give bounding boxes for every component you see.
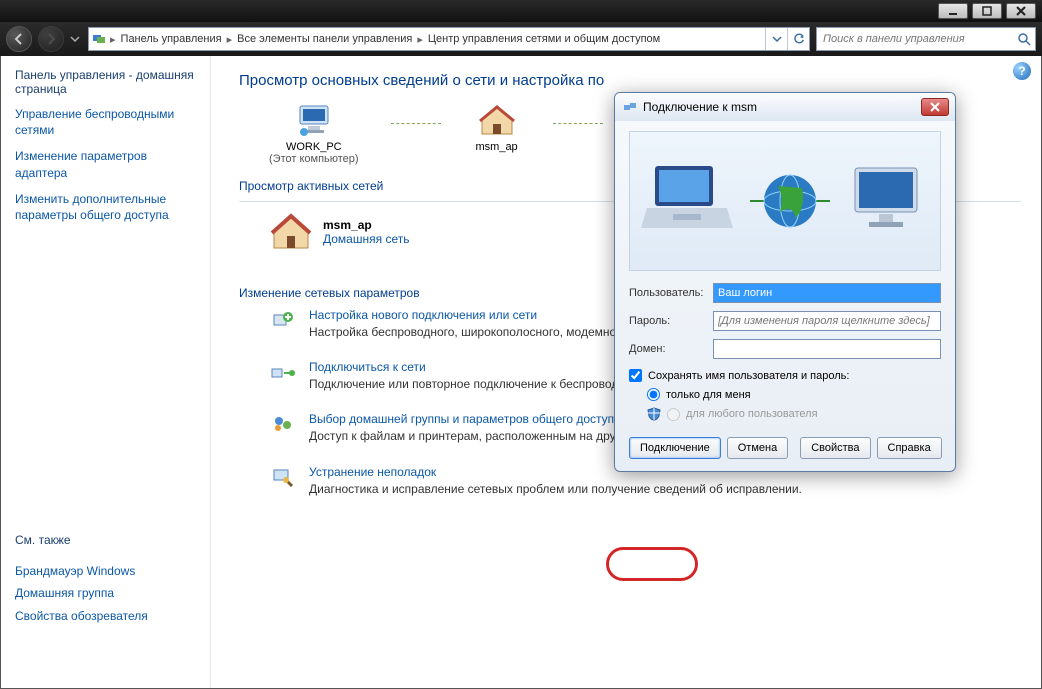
sidebar-link-homegroup[interactable]: Домашняя группа [15, 585, 196, 601]
connection-line [553, 123, 603, 124]
cancel-button[interactable]: Отмена [727, 437, 788, 459]
radio-any-user[interactable] [667, 408, 680, 421]
connection-icon [621, 100, 639, 114]
settings-item-desc: Диагностика и исправление сетевых пробле… [309, 481, 802, 497]
row-save-creds[interactable]: Сохранять имя пользователя и пароль: [629, 369, 941, 382]
house-icon [473, 103, 521, 139]
chevron-right-icon: ▸ [416, 33, 424, 46]
connection-line [391, 123, 441, 124]
row-only-me[interactable]: только для меня [647, 388, 941, 401]
help-icon[interactable]: ? [1013, 62, 1031, 80]
homegroup-icon [269, 412, 297, 436]
label-user: Пользователь: [629, 287, 713, 299]
minimize-button[interactable] [938, 3, 968, 19]
sidebar-link-adapter[interactable]: Изменение параметров адаптера [15, 148, 196, 180]
connect-button[interactable]: Подключение [629, 437, 721, 459]
input-user[interactable] [713, 283, 941, 303]
sidebar-link-sharing[interactable]: Изменить дополнительные параметры общего… [15, 191, 196, 223]
label-domain: Домен: [629, 343, 713, 355]
globe-icon [750, 156, 830, 246]
node-pc-name: WORK_PC [269, 141, 359, 153]
house-icon [269, 212, 313, 252]
monitor-icon [843, 156, 933, 246]
laptop-icon [637, 156, 737, 246]
address-dropdown-icon[interactable] [765, 28, 787, 50]
search-box[interactable] [816, 27, 1036, 51]
active-network-type-link[interactable]: Домашняя сеть [323, 232, 409, 246]
shield-icon [647, 407, 661, 421]
window-titlebar [0, 0, 1042, 22]
troubleshoot-icon [269, 465, 297, 489]
node-router-name: msm_ap [473, 141, 521, 153]
address-bar[interactable]: ▸ Панель управления ▸ Все элементы панел… [88, 27, 810, 51]
forward-button[interactable] [38, 26, 64, 52]
dialog-titlebar[interactable]: Подключение к msm [615, 93, 955, 121]
sidebar-link-wireless[interactable]: Управление беспроводными сетями [15, 106, 196, 138]
dialog-close-button[interactable] [921, 98, 949, 116]
breadcrumb-item[interactable]: Все элементы панели управления [233, 33, 416, 45]
label-only-me: только для меня [666, 389, 751, 401]
maximize-button[interactable] [972, 3, 1002, 19]
dialog-button-row: Подключение Отмена Свойства Справка [629, 437, 941, 459]
row-any-user[interactable]: для любого пользователя [647, 407, 941, 421]
explorer-navbar: ▸ Панель управления ▸ Все элементы панел… [0, 22, 1042, 56]
sidebar-link-firewall[interactable]: Брандмауэр Windows [15, 563, 196, 579]
checkbox-save-creds[interactable] [629, 369, 642, 382]
label-password: Пароль: [629, 315, 713, 327]
connect-icon [269, 360, 297, 384]
row-domain: Домен: [629, 339, 941, 359]
input-password[interactable] [713, 311, 941, 331]
dialog-title: Подключение к msm [639, 100, 921, 114]
computer-icon [290, 103, 338, 139]
refresh-icon[interactable] [787, 28, 809, 50]
label-save-creds: Сохранять имя пользователя и пароль: [648, 370, 849, 382]
connect-dialog: Подключение к msm Пользователь: Пароль: … [614, 92, 956, 472]
close-button[interactable] [1006, 3, 1036, 19]
sidebar-homepage[interactable]: Панель управления - домашняя страница [15, 68, 196, 96]
dialog-body: Пользователь: Пароль: Домен: Сохранять и… [615, 121, 955, 471]
row-password: Пароль: [629, 311, 941, 331]
breadcrumb-item[interactable]: Центр управления сетями и общим доступом [424, 33, 664, 45]
sidebar-link-ie-props[interactable]: Свойства обозревателя [15, 608, 196, 624]
back-button[interactable] [6, 26, 32, 52]
new-connection-icon [269, 308, 297, 332]
network-center-icon [89, 32, 109, 46]
help-button[interactable]: Справка [877, 437, 942, 459]
radio-only-me[interactable] [647, 388, 660, 401]
page-heading: Просмотр основных сведений о сети и наст… [239, 72, 1021, 89]
properties-button[interactable]: Свойства [800, 437, 870, 459]
label-any-user: для любого пользователя [686, 408, 818, 420]
node-this-pc[interactable]: WORK_PC (Этот компьютер) [269, 103, 359, 165]
history-dropdown[interactable] [70, 36, 82, 42]
sidebar: Панель управления - домашняя страница Уп… [1, 56, 211, 688]
search-input[interactable] [817, 33, 1013, 45]
breadcrumb-item[interactable]: Панель управления [117, 33, 226, 45]
input-domain[interactable] [713, 339, 941, 359]
chevron-right-icon: ▸ [226, 33, 234, 46]
active-network-name: msm_ap [323, 218, 409, 232]
node-pc-sub: (Этот компьютер) [269, 153, 359, 165]
sidebar-seealso-title: См. также [15, 533, 196, 547]
dialog-hero-image [629, 131, 941, 271]
node-router[interactable]: msm_ap [473, 103, 521, 153]
row-user: Пользователь: [629, 283, 941, 303]
search-icon[interactable] [1013, 32, 1035, 46]
chevron-right-icon: ▸ [109, 33, 117, 46]
